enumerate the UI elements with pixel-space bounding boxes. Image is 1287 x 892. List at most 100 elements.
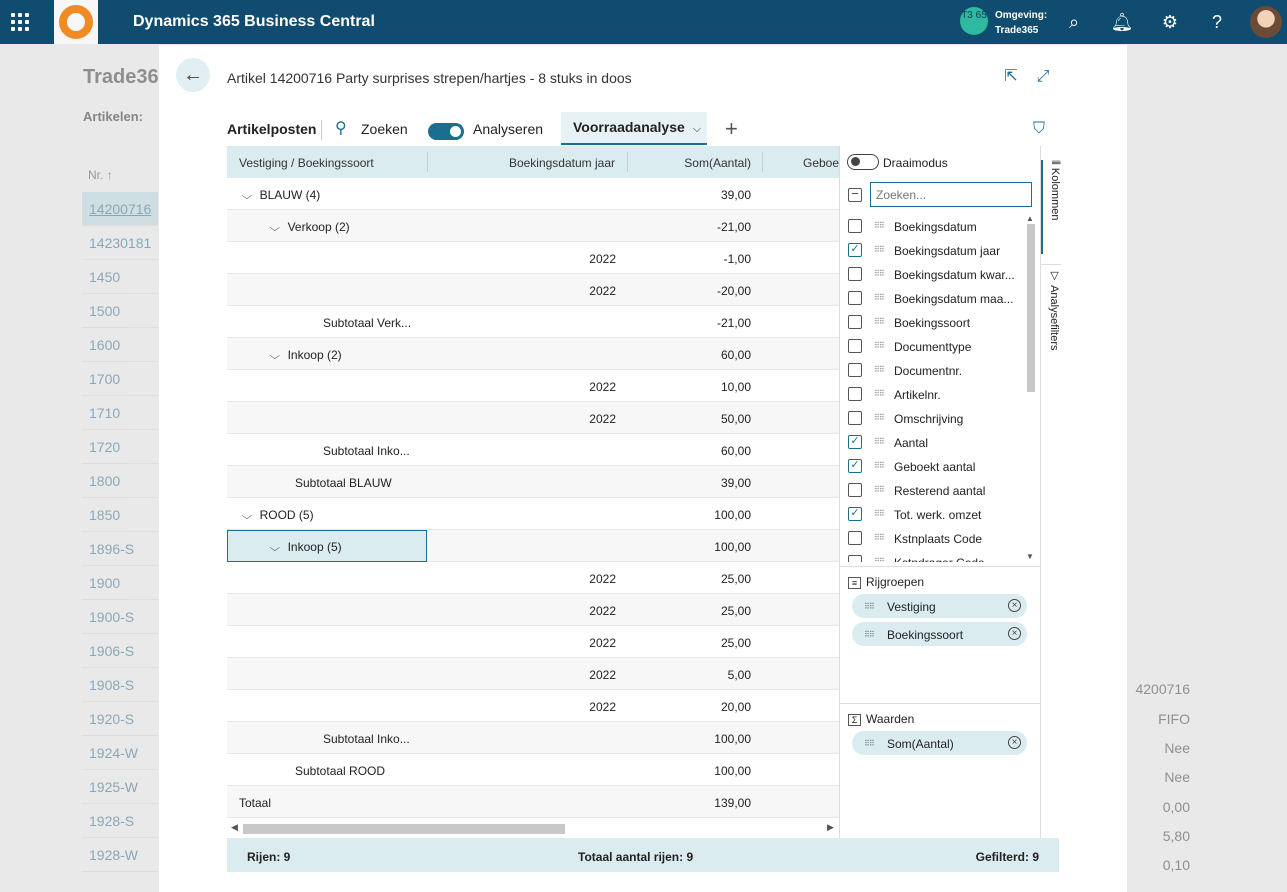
add-tab-icon[interactable]: + <box>725 112 738 146</box>
column-checkbox[interactable] <box>848 315 862 329</box>
drag-handle-icon[interactable]: ⠿⠿ <box>874 245 885 254</box>
column-item[interactable]: ⠿⠿ Documenttype <box>840 334 1040 358</box>
chevron-down-icon[interactable]: ⌵ <box>241 191 252 202</box>
column-item[interactable]: ✓ ⠿⠿ Boekingsdatum jaar <box>840 238 1040 262</box>
horizontal-scrollbar[interactable]: ◀ ▶ <box>227 821 839 837</box>
column-item[interactable]: ✓ ⠿⠿ Geboekt aantal <box>840 454 1040 478</box>
environment-badge[interactable]: T3 65 <box>960 7 988 35</box>
table-row[interactable]: 2022 25,00 <box>227 626 839 658</box>
drag-handle-icon[interactable]: ⠿⠿ <box>874 221 885 230</box>
header-vestiging[interactable]: Vestiging / Boekingssoort <box>239 156 374 170</box>
draaimodus-toggle[interactable] <box>847 154 879 170</box>
column-checkbox[interactable] <box>848 339 862 353</box>
column-item[interactable]: ✓ ⠿⠿ Aantal <box>840 430 1040 454</box>
scroll-left-icon[interactable]: ◀ <box>231 822 238 833</box>
column-search-input[interactable] <box>870 182 1032 207</box>
column-item[interactable]: ⠿⠿ Omschrijving <box>840 406 1040 430</box>
drag-handle-icon[interactable]: ⠿⠿ <box>874 389 885 398</box>
column-checkbox[interactable] <box>848 483 862 497</box>
value-chip[interactable]: ⠿⠿ Som(Aantal) × <box>852 731 1027 755</box>
tab-analysefilters[interactable]: ▽ Analysefilters <box>1041 264 1061 364</box>
drag-handle-icon[interactable]: ⠿⠿ <box>874 533 885 542</box>
drag-handle-icon[interactable]: ⠿⠿ <box>864 602 875 611</box>
remove-icon[interactable]: × <box>1008 627 1021 640</box>
header-geboekt[interactable]: Geboe <box>803 156 839 170</box>
table-row[interactable]: 2022 25,00 <box>227 594 839 626</box>
drag-handle-icon[interactable]: ⠿⠿ <box>874 269 885 278</box>
column-checkbox[interactable] <box>848 267 862 281</box>
column-checkbox[interactable] <box>848 411 862 425</box>
column-list-scrollbar[interactable]: ▲ ▼ <box>1024 214 1038 562</box>
table-row[interactable]: Subtotaal Inko... 100,00 <box>227 722 839 754</box>
back-button[interactable]: ← <box>176 58 210 92</box>
bell-icon[interactable]: 🔔︎ <box>1110 10 1134 34</box>
drag-handle-icon[interactable]: ⠿⠿ <box>874 509 885 518</box>
column-item[interactable]: ⠿⠿ Documentnr. <box>840 358 1040 382</box>
column-item[interactable]: ⠿⠿ Boekingsdatum kwar... <box>840 262 1040 286</box>
column-checkbox[interactable]: ✓ <box>848 435 862 449</box>
column-checkbox[interactable] <box>848 531 862 545</box>
column-item[interactable]: ⠿⠿ Resterend aantal <box>840 478 1040 502</box>
table-row[interactable]: 2022 20,00 <box>227 690 839 722</box>
table-row[interactable]: 2022 5,00 <box>227 658 839 690</box>
column-checkbox[interactable]: ✓ <box>848 459 862 473</box>
scroll-right-icon[interactable]: ▶ <box>827 822 834 833</box>
chevron-down-icon[interactable]: ⌵ <box>269 223 280 234</box>
header-som-aantal[interactable]: Som(Aantal) <box>684 156 751 170</box>
help-icon[interactable]: ? <box>1205 10 1229 34</box>
table-row[interactable]: Subtotaal ROOD 100,00 <box>227 754 839 786</box>
row-group-chip[interactable]: ⠿⠿ Vestiging × <box>852 594 1027 618</box>
chevron-down-icon[interactable]: ⌵ <box>269 543 280 554</box>
drag-handle-icon[interactable]: ⠿⠿ <box>874 341 885 350</box>
column-item[interactable]: ⠿⠿ Kstnplaats Code <box>840 526 1040 550</box>
column-checkbox[interactable] <box>848 555 862 562</box>
column-item[interactable]: ⠿⠿ Boekingsdatum maa... <box>840 286 1040 310</box>
chevron-down-icon[interactable]: ⌵ <box>241 511 252 522</box>
column-checkbox[interactable] <box>848 387 862 401</box>
table-row[interactable]: ⌵ Verkoop (2) -21,00 <box>227 210 839 242</box>
table-row[interactable]: 2022 -1,00 <box>227 242 839 274</box>
drag-handle-icon[interactable]: ⠿⠿ <box>874 365 885 374</box>
column-checkbox[interactable]: ✓ <box>848 507 862 521</box>
drag-handle-icon[interactable]: ⠿⠿ <box>874 413 885 422</box>
column-item[interactable]: ⠿⠿ Boekingsdatum <box>840 214 1040 238</box>
column-item[interactable]: ⠿⠿ Artikelnr. <box>840 382 1040 406</box>
table-row[interactable]: Subtotaal Inko... 60,00 <box>227 434 839 466</box>
header-boekingsdatum-jaar[interactable]: Boekingsdatum jaar <box>509 156 615 170</box>
table-row[interactable]: ⌵ BLAUW (4) 39,00 <box>227 178 839 210</box>
search-icon[interactable]: ⚲ <box>335 112 347 146</box>
chevron-down-icon[interactable]: ⌵ <box>269 351 280 362</box>
gear-icon[interactable]: ⚙ <box>1158 10 1182 34</box>
tab-voorraadanalyse[interactable]: Voorraadanalyse ⌵ <box>561 112 707 145</box>
drag-handle-icon[interactable]: ⠿⠿ <box>864 630 875 639</box>
select-all-checkbox[interactable]: − <box>848 187 862 202</box>
drag-handle-icon[interactable]: ⠿⠿ <box>864 739 875 748</box>
row-group-chip[interactable]: ⠿⠿ Boekingssoort × <box>852 622 1027 646</box>
open-new-window-icon[interactable]: ⇱ <box>1001 67 1021 87</box>
column-checkbox[interactable] <box>848 363 862 377</box>
user-avatar[interactable] <box>1250 6 1282 38</box>
search-icon[interactable]: ⌕ <box>1062 10 1086 34</box>
expand-icon[interactable]: ⤢ <box>1033 67 1053 87</box>
table-row[interactable]: 2022 -20,00 <box>227 274 839 306</box>
tab-kolommen[interactable]: ⦀ Kolommen <box>1041 160 1061 254</box>
filter-icon[interactable]: ⛉ <box>1033 112 1045 146</box>
drag-handle-icon[interactable]: ⠿⠿ <box>874 557 885 562</box>
scroll-down-icon[interactable]: ▼ <box>1026 552 1034 561</box>
table-row[interactable]: ⌵ ROOD (5) 100,00 <box>227 498 839 530</box>
scroll-up-icon[interactable]: ▲ <box>1026 214 1034 223</box>
table-row[interactable]: ⌵ Inkoop (5) 100,00 <box>227 530 839 562</box>
drag-handle-icon[interactable]: ⠿⠿ <box>874 293 885 302</box>
column-checkbox[interactable]: ✓ <box>848 243 862 257</box>
column-scrollbar-thumb[interactable] <box>1027 224 1035 392</box>
table-row[interactable]: Subtotaal Verk... -21,00 <box>227 306 839 338</box>
table-row[interactable]: 2022 25,00 <box>227 562 839 594</box>
drag-handle-icon[interactable]: ⠿⠿ <box>874 437 885 446</box>
table-row[interactable]: 2022 10,00 <box>227 370 839 402</box>
column-checkbox[interactable] <box>848 291 862 305</box>
app-launcher-icon[interactable] <box>11 13 29 31</box>
scrollbar-thumb[interactable] <box>243 824 565 834</box>
drag-handle-icon[interactable]: ⠿⠿ <box>874 485 885 494</box>
zoeken-button[interactable]: Zoeken <box>361 112 408 146</box>
column-item[interactable]: ⠿⠿ Kstndrager Code <box>840 550 1040 562</box>
